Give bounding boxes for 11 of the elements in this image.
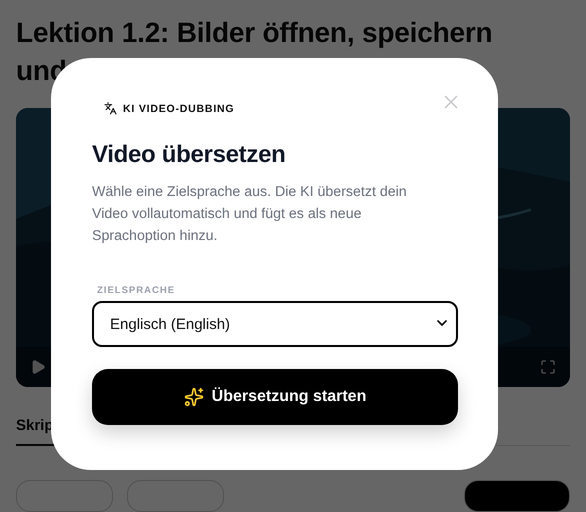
dialog-title: Video übersetzen xyxy=(92,141,286,169)
dark-button[interactable] xyxy=(464,480,570,512)
dialog-description: Wähle eine Zielsprache aus. Die KI übersetzt dein Video vollautomatisch und fügt es als neue Sprachoption hinzu. xyxy=(92,183,408,246)
play-icon[interactable] xyxy=(30,359,46,375)
language-select[interactable]: Englisch (English) xyxy=(92,301,458,347)
sparkles-icon xyxy=(184,387,204,407)
field-label: ZIELSPRACHE xyxy=(96,285,176,296)
fullscreen-icon[interactable] xyxy=(540,359,556,375)
translate-icon xyxy=(104,102,117,115)
start-translation-button[interactable]: Übersetzung starten xyxy=(92,369,458,425)
section-label: KI VIDEO-DUBBING xyxy=(123,102,234,114)
